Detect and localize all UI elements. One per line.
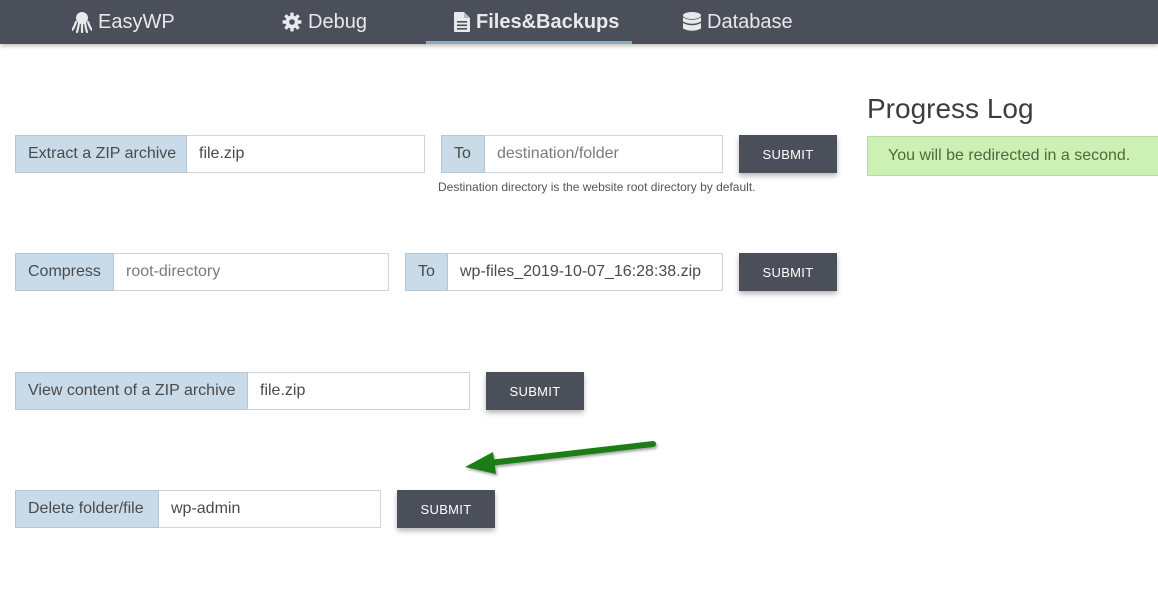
compress-group: Compress root-directory <box>15 253 389 291</box>
compress-destination-input[interactable]: wp-files_2019-10-07_16:28:38.zip <box>448 253 723 291</box>
nav-item-debug[interactable]: Debug <box>282 0 367 44</box>
progress-log-title: Progress Log <box>867 93 1034 124</box>
database-icon <box>683 12 701 32</box>
extract-group: Extract a ZIP archive file.zip <box>15 135 425 173</box>
view-file-input[interactable]: file.zip <box>248 372 470 410</box>
progress-log-message: You will be redirected in a second. <box>867 136 1158 176</box>
nav-label-easywp: EasyWP <box>98 10 175 33</box>
view-label: View content of a ZIP archive <box>15 372 248 410</box>
delete-path-input[interactable]: wp-admin <box>159 490 381 528</box>
nav-label-debug: Debug <box>308 10 367 33</box>
annotation-arrow-icon <box>465 441 656 474</box>
view-submit-button[interactable]: SUBMIT <box>486 372 584 410</box>
file-icon <box>454 12 470 32</box>
compress-source-input[interactable]: root-directory <box>114 253 389 291</box>
gear-icon <box>282 12 302 32</box>
view-group: View content of a ZIP archive file.zip <box>15 372 470 410</box>
extract-file-input[interactable]: file.zip <box>187 135 425 173</box>
nav-item-files-backups[interactable]: Files&Backups <box>454 0 619 44</box>
top-navbar: EasyWP Debug Files&Backups Database <box>0 0 1158 44</box>
compress-to-label: To <box>405 253 448 291</box>
nav-item-easywp[interactable]: EasyWP <box>72 0 175 44</box>
delete-submit-button[interactable]: SUBMIT <box>397 490 495 528</box>
compress-label: Compress <box>15 253 114 291</box>
octopus-icon <box>72 11 92 33</box>
nav-label-database: Database <box>707 10 793 33</box>
extract-hint: Destination directory is the website roo… <box>438 180 756 194</box>
extract-destination-input[interactable]: destination/folder <box>485 135 723 173</box>
extract-submit-button[interactable]: SUBMIT <box>739 135 837 173</box>
compress-destination-group: To wp-files_2019-10-07_16:28:38.zip <box>405 253 723 291</box>
extract-destination-group: To destination/folder <box>441 135 723 173</box>
nav-label-files-backups: Files&Backups <box>476 10 620 33</box>
extract-to-label: To <box>441 135 485 173</box>
nav-item-database[interactable]: Database <box>683 0 793 44</box>
extract-label: Extract a ZIP archive <box>15 135 187 173</box>
compress-submit-button[interactable]: SUBMIT <box>739 253 837 291</box>
active-tab-indicator <box>426 41 632 44</box>
delete-group: Delete folder/file wp-admin <box>15 490 381 528</box>
delete-label: Delete folder/file <box>15 490 159 528</box>
